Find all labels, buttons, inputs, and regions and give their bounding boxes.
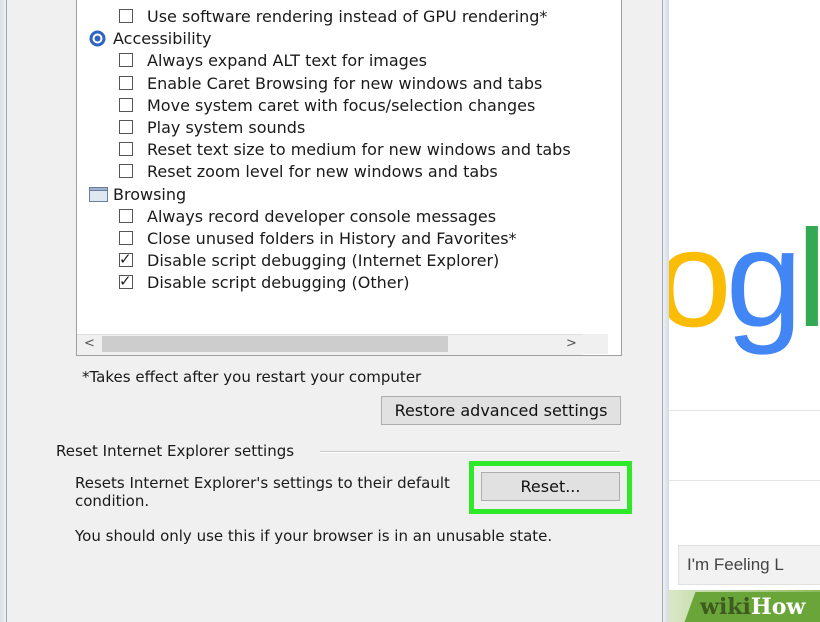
- checkbox-unchecked[interactable]: [119, 120, 133, 134]
- reset-button[interactable]: Reset...: [481, 472, 620, 501]
- setting-label: Play system sounds: [147, 118, 306, 137]
- restart-note: *Takes effect after you restart your com…: [82, 368, 422, 386]
- google-logo: ogl: [669, 202, 820, 356]
- checkbox-unchecked[interactable]: [119, 9, 133, 23]
- reset-button-label: Reset...: [520, 477, 581, 496]
- browser-divider: [669, 410, 820, 411]
- feeling-lucky-button[interactable]: I'm Feeling L: [678, 545, 820, 585]
- accessibility-icon: [89, 30, 106, 47]
- checkmark-icon: ✓: [119, 250, 132, 269]
- checkbox-checked[interactable]: ✓: [119, 272, 133, 290]
- browsing-icon: [89, 186, 108, 203]
- restore-advanced-settings-button[interactable]: Restore advanced settings: [381, 396, 621, 425]
- advanced-settings-list[interactable]: Use software rendering instead of GPU re…: [76, 0, 622, 356]
- browser-background: ogl: [669, 0, 820, 622]
- setting-label: Move system caret with focus/selection c…: [147, 95, 536, 115]
- setting-label: Always record developer console messages: [147, 206, 497, 226]
- setting-label: Disable script debugging (Other): [147, 273, 410, 293]
- dialog-left-edge: [0, 0, 7, 622]
- reset-group-label: Reset Internet Explorer settings: [56, 442, 303, 460]
- checkmark-icon: ✓: [119, 272, 132, 291]
- category-label: Accessibility: [113, 29, 212, 49]
- checkbox-unchecked[interactable]: [119, 208, 133, 223]
- setting-label: Always expand ALT text for images: [147, 51, 427, 71]
- setting-label: Disable script debugging (Internet Explo…: [147, 251, 500, 271]
- watermark-wiki: wiki: [700, 594, 751, 620]
- checkbox-unchecked[interactable]: [119, 142, 133, 157]
- scroll-right-arrow-icon[interactable]: >: [566, 337, 577, 351]
- checkbox-unchecked[interactable]: [119, 75, 133, 90]
- setting-label: Use software rendering instead of GPU re…: [147, 7, 548, 26]
- reset-warning: You should only use this if your browser…: [75, 527, 553, 545]
- reset-description-line2: condition.: [75, 492, 150, 510]
- checkbox-unchecked[interactable]: [119, 231, 133, 245]
- browser-divider: [669, 480, 820, 481]
- reset-description-line1: Resets Internet Explorer's settings to t…: [75, 474, 450, 492]
- setting-label: Reset zoom level for new windows and tab…: [147, 162, 498, 182]
- setting-label: Close unused folders in History and Favo…: [147, 229, 517, 248]
- scroll-left-arrow-icon[interactable]: <: [84, 337, 95, 351]
- horizontal-scroll-thumb[interactable]: [102, 336, 448, 352]
- checkbox-checked[interactable]: ✓: [119, 250, 133, 268]
- restore-button-label: Restore advanced settings: [394, 401, 608, 420]
- checkbox-unchecked[interactable]: [119, 97, 133, 112]
- group-divider: [320, 451, 620, 453]
- setting-label: Reset text size to medium for new window…: [147, 140, 571, 160]
- category-label: Browsing: [113, 184, 187, 204]
- watermark-how: How: [750, 594, 806, 620]
- setting-label: Enable Caret Browsing for new windows an…: [147, 73, 543, 93]
- reset-description: Resets Internet Explorer's settings to t…: [75, 474, 450, 510]
- checkbox-unchecked[interactable]: [119, 53, 133, 68]
- checkbox-unchecked[interactable]: [119, 164, 133, 179]
- scrollbar-corner: [583, 334, 608, 354]
- wikihow-watermark: wikiHow: [700, 592, 805, 622]
